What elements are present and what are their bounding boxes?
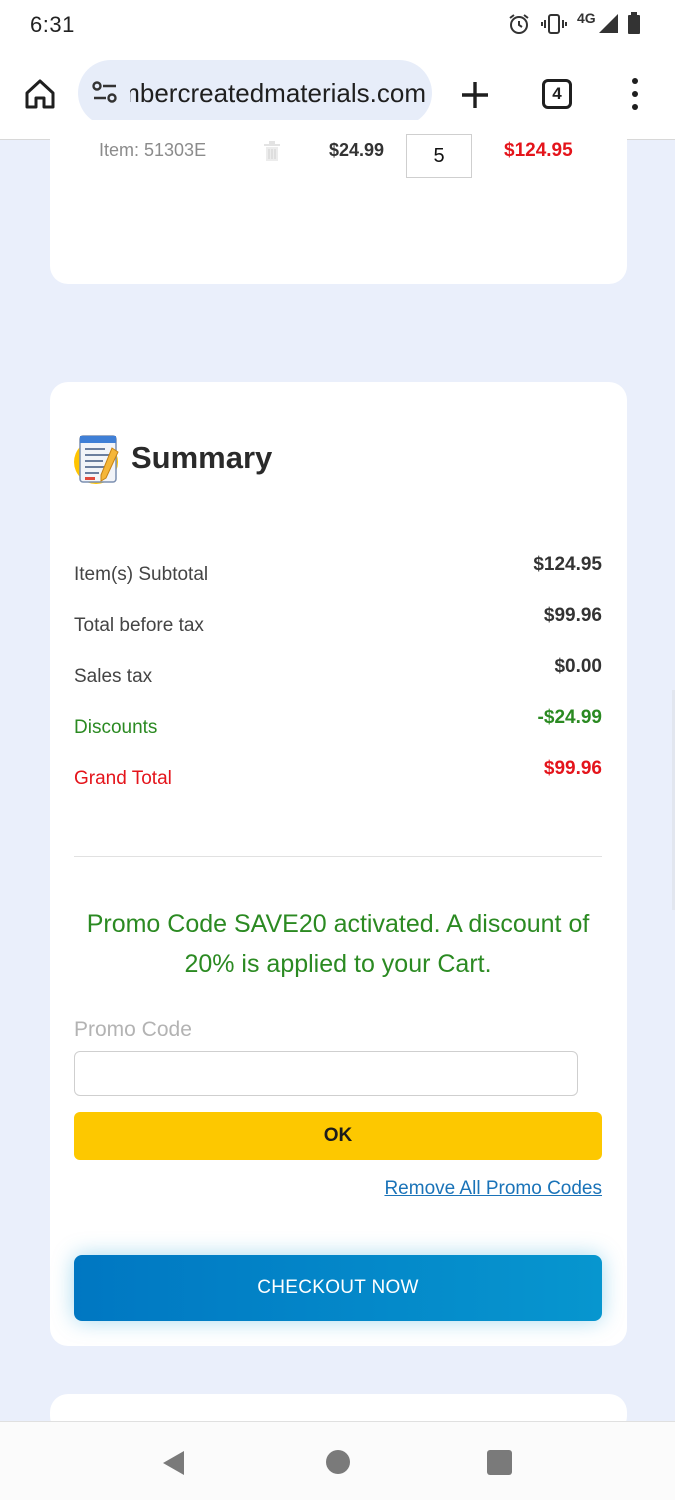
discounts-row: Discounts -$24.99 [74, 707, 602, 747]
trash-icon[interactable] [262, 140, 282, 162]
more-menu-icon[interactable] [622, 76, 648, 112]
item-code: Item: 51303E [99, 140, 207, 160]
recent-apps-icon[interactable] [487, 1450, 512, 1475]
total-before-tax-row: Total before tax $99.96 [74, 605, 602, 645]
quantity-input[interactable]: 5 [406, 134, 472, 178]
promo-code-label: Promo Code [74, 1018, 192, 1041]
back-icon[interactable] [160, 1449, 188, 1477]
alarm-icon [507, 12, 531, 41]
total-before-tax-value: $99.96 [543, 605, 602, 626]
grand-total-label: Grand Total [74, 768, 172, 789]
network-type-label: 4G [577, 10, 596, 26]
sales-tax-value: $0.00 [554, 656, 602, 677]
subtotal-value: $124.95 [533, 554, 602, 575]
cart-item-card: Item: 51303E $24.99 5 $124.95 [50, 120, 627, 284]
summary-divider [74, 856, 602, 857]
subtotal-row: Item(s) Subtotal $124.95 [74, 554, 602, 594]
battery-icon [627, 12, 641, 39]
summary-title: Summary [131, 440, 273, 475]
summary-header: Summary [72, 432, 472, 488]
grand-total-row: Grand Total $99.96 [74, 758, 602, 798]
status-icons: 4G [507, 10, 647, 39]
system-nav-bar [0, 1421, 675, 1500]
vibrate-icon [541, 12, 567, 41]
sales-tax-row: Sales tax $0.00 [74, 656, 602, 696]
new-tab-icon [462, 82, 488, 108]
home-circle-icon[interactable] [326, 1450, 350, 1474]
promo-success-message: Promo Code SAVE20 activated. A discount … [86, 910, 590, 978]
home-icon [25, 79, 55, 109]
grand-total-value: $99.96 [543, 758, 602, 779]
home-button[interactable] [22, 76, 58, 112]
line-total: $124.95 [504, 140, 573, 161]
promo-code-input[interactable] [74, 1051, 578, 1096]
promo-ok-button[interactable]: OK [74, 1112, 602, 1160]
remove-promo-codes-link[interactable]: Remove All Promo Codes [384, 1178, 602, 1200]
tabs-button[interactable]: 4 [542, 79, 572, 109]
cart-item-row: Item: 51303E $24.99 5 $124.95 [50, 134, 627, 180]
discounts-value: -$24.99 [537, 707, 602, 728]
signal-icon [597, 12, 619, 39]
address-bar[interactable]: numbercreatedmaterials.com [78, 60, 432, 126]
subtotal-label: Item(s) Subtotal [74, 564, 209, 585]
status-time: 6:31 [30, 12, 75, 37]
checkout-button[interactable]: CHECKOUT NOW [74, 1255, 602, 1321]
site-settings-icon[interactable] [92, 81, 118, 105]
total-before-tax-label: Total before tax [74, 615, 204, 636]
status-bar: 6:31 4G [0, 0, 675, 52]
unit-price: $24.99 [329, 140, 385, 160]
summary-card: Summary Item(s) Subtotal $124.95 Total b… [50, 382, 627, 1346]
new-tab-button[interactable] [458, 78, 492, 112]
discounts-label: Discounts [74, 717, 158, 738]
invoice-icon [72, 432, 124, 488]
sales-tax-label: Sales tax [74, 666, 153, 687]
url-text[interactable]: numbercreatedmaterials.com [130, 78, 426, 109]
